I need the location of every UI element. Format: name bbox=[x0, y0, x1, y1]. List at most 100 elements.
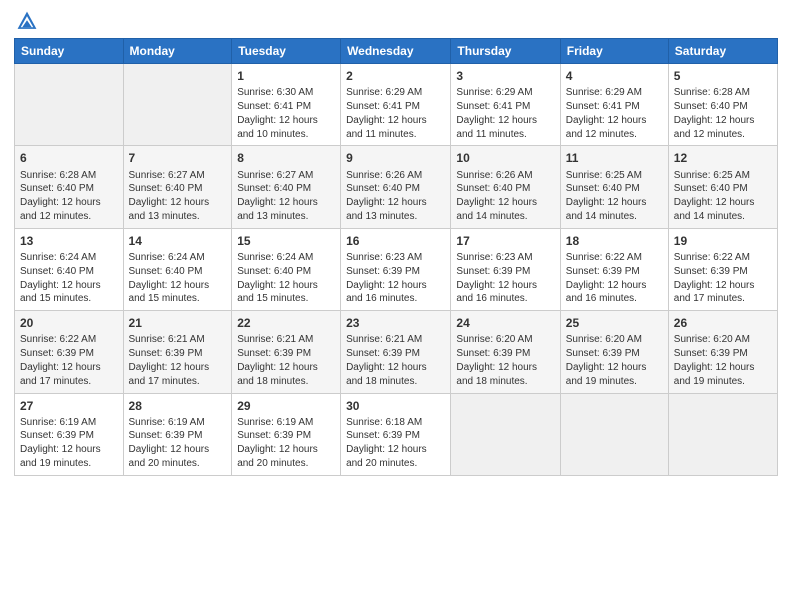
calendar-cell: 8 Sunrise: 6:27 AM Sunset: 6:40 PM Daylig… bbox=[232, 146, 341, 228]
weekday-header-tuesday: Tuesday bbox=[232, 39, 341, 64]
page: SundayMondayTuesdayWednesdayThursdayFrid… bbox=[0, 0, 792, 612]
calendar-cell: 26 Sunrise: 6:20 AM Sunset: 6:39 PM Dayli… bbox=[668, 311, 777, 393]
day-number: 23 bbox=[346, 315, 445, 331]
calendar-cell: 7Sunrise: 6:27 AM Sunset: 6:40 PM Daylig… bbox=[123, 146, 232, 228]
day-info: Sunrise: 6:22 AM Sunset: 6:39 PM Dayligh… bbox=[566, 251, 663, 306]
day-info: Sunrise: 6:24 AM Sunset: 6:40 PM Dayligh… bbox=[20, 251, 118, 306]
day-info: Sunrise: 6:26 AM Sunset: 6:40 PM Dayligh… bbox=[346, 169, 445, 224]
day-number: 13 bbox=[20, 233, 118, 249]
day-number: 21 bbox=[129, 315, 227, 331]
day-number: 27 bbox=[20, 398, 118, 414]
calendar-cell: 6 Sunrise: 6:28 AM Sunset: 6:40 PM Daylig… bbox=[15, 146, 124, 228]
day-info: Sunrise: 6:30 AM Sunset: 6:41 PM Dayligh… bbox=[237, 86, 335, 141]
day-info: Sunrise: 6:25 AM Sunset: 6:40 PM Dayligh… bbox=[566, 169, 663, 224]
calendar-cell: 1Sunrise: 6:30 AM Sunset: 6:41 PM Daylig… bbox=[232, 64, 341, 146]
day-info: Sunrise: 6:20 AM Sunset: 6:39 PM Dayligh… bbox=[566, 333, 663, 388]
day-number: 30 bbox=[346, 398, 445, 414]
calendar-cell: 2 Sunrise: 6:29 AM Sunset: 6:41 PM Daylig… bbox=[341, 64, 451, 146]
day-number: 5 bbox=[674, 68, 772, 84]
day-number: 8 bbox=[237, 150, 335, 166]
day-number: 28 bbox=[129, 398, 227, 414]
calendar-cell: 19 Sunrise: 6:22 AM Sunset: 6:39 PM Dayli… bbox=[668, 228, 777, 310]
calendar-cell: 24 Sunrise: 6:20 AM Sunset: 6:39 PM Dayli… bbox=[451, 311, 560, 393]
day-info: Sunrise: 6:29 AM Sunset: 6:41 PM Dayligh… bbox=[346, 86, 445, 141]
day-number: 24 bbox=[456, 315, 554, 331]
day-info: Sunrise: 6:22 AM Sunset: 6:39 PM Dayligh… bbox=[674, 251, 772, 306]
day-info: Sunrise: 6:22 AM Sunset: 6:39 PM Dayligh… bbox=[20, 333, 118, 388]
logo-icon bbox=[16, 10, 38, 32]
day-info: Sunrise: 6:19 AM Sunset: 6:39 PM Dayligh… bbox=[20, 416, 118, 471]
calendar-cell: 10 Sunrise: 6:26 AM Sunset: 6:40 PM Dayli… bbox=[451, 146, 560, 228]
day-number: 14 bbox=[129, 233, 227, 249]
day-number: 17 bbox=[456, 233, 554, 249]
weekday-header-saturday: Saturday bbox=[668, 39, 777, 64]
day-number: 26 bbox=[674, 315, 772, 331]
weekday-header-thursday: Thursday bbox=[451, 39, 560, 64]
day-number: 11 bbox=[566, 150, 663, 166]
calendar-row: 20 Sunrise: 6:22 AM Sunset: 6:39 PM Dayli… bbox=[15, 311, 778, 393]
day-number: 10 bbox=[456, 150, 554, 166]
calendar-row: 1Sunrise: 6:30 AM Sunset: 6:41 PM Daylig… bbox=[15, 64, 778, 146]
day-number: 19 bbox=[674, 233, 772, 249]
weekday-header-friday: Friday bbox=[560, 39, 668, 64]
day-info: Sunrise: 6:29 AM Sunset: 6:41 PM Dayligh… bbox=[566, 86, 663, 141]
day-info: Sunrise: 6:26 AM Sunset: 6:40 PM Dayligh… bbox=[456, 169, 554, 224]
calendar-table: SundayMondayTuesdayWednesdayThursdayFrid… bbox=[14, 38, 778, 476]
calendar-cell: 18Sunrise: 6:22 AM Sunset: 6:39 PM Dayli… bbox=[560, 228, 668, 310]
calendar-cell: 29Sunrise: 6:19 AM Sunset: 6:39 PM Dayli… bbox=[232, 393, 341, 475]
calendar-cell: 30 Sunrise: 6:18 AM Sunset: 6:39 PM Dayli… bbox=[341, 393, 451, 475]
day-info: Sunrise: 6:21 AM Sunset: 6:39 PM Dayligh… bbox=[129, 333, 227, 388]
day-info: Sunrise: 6:21 AM Sunset: 6:39 PM Dayligh… bbox=[237, 333, 335, 388]
logo bbox=[14, 10, 42, 32]
day-number: 12 bbox=[674, 150, 772, 166]
calendar-cell: 4 Sunrise: 6:29 AM Sunset: 6:41 PM Daylig… bbox=[560, 64, 668, 146]
calendar-cell bbox=[451, 393, 560, 475]
day-info: Sunrise: 6:18 AM Sunset: 6:39 PM Dayligh… bbox=[346, 416, 445, 471]
day-info: Sunrise: 6:28 AM Sunset: 6:40 PM Dayligh… bbox=[20, 169, 118, 224]
calendar-cell: 27 Sunrise: 6:19 AM Sunset: 6:39 PM Dayli… bbox=[15, 393, 124, 475]
header bbox=[14, 10, 778, 32]
calendar-cell bbox=[560, 393, 668, 475]
calendar-row: 13 Sunrise: 6:24 AM Sunset: 6:40 PM Dayli… bbox=[15, 228, 778, 310]
day-number: 4 bbox=[566, 68, 663, 84]
day-number: 20 bbox=[20, 315, 118, 331]
day-number: 15 bbox=[237, 233, 335, 249]
calendar-cell: 11 Sunrise: 6:25 AM Sunset: 6:40 PM Dayli… bbox=[560, 146, 668, 228]
weekday-header-wednesday: Wednesday bbox=[341, 39, 451, 64]
day-info: Sunrise: 6:20 AM Sunset: 6:39 PM Dayligh… bbox=[674, 333, 772, 388]
day-number: 29 bbox=[237, 398, 335, 414]
calendar-cell: 12 Sunrise: 6:25 AM Sunset: 6:40 PM Dayli… bbox=[668, 146, 777, 228]
calendar-cell: 22Sunrise: 6:21 AM Sunset: 6:39 PM Dayli… bbox=[232, 311, 341, 393]
calendar-cell: 13 Sunrise: 6:24 AM Sunset: 6:40 PM Dayli… bbox=[15, 228, 124, 310]
day-info: Sunrise: 6:24 AM Sunset: 6:40 PM Dayligh… bbox=[237, 251, 335, 306]
calendar-cell: 15 Sunrise: 6:24 AM Sunset: 6:40 PM Dayli… bbox=[232, 228, 341, 310]
calendar-cell bbox=[123, 64, 232, 146]
day-number: 2 bbox=[346, 68, 445, 84]
day-info: Sunrise: 6:21 AM Sunset: 6:39 PM Dayligh… bbox=[346, 333, 445, 388]
day-number: 3 bbox=[456, 68, 554, 84]
day-info: Sunrise: 6:23 AM Sunset: 6:39 PM Dayligh… bbox=[346, 251, 445, 306]
calendar-cell: 21 Sunrise: 6:21 AM Sunset: 6:39 PM Dayli… bbox=[123, 311, 232, 393]
calendar-cell: 17Sunrise: 6:23 AM Sunset: 6:39 PM Dayli… bbox=[451, 228, 560, 310]
day-info: Sunrise: 6:27 AM Sunset: 6:40 PM Dayligh… bbox=[237, 169, 335, 224]
weekday-header-sunday: Sunday bbox=[15, 39, 124, 64]
calendar-cell: 25Sunrise: 6:20 AM Sunset: 6:39 PM Dayli… bbox=[560, 311, 668, 393]
day-info: Sunrise: 6:20 AM Sunset: 6:39 PM Dayligh… bbox=[456, 333, 554, 388]
calendar-cell bbox=[668, 393, 777, 475]
calendar-cell: 23 Sunrise: 6:21 AM Sunset: 6:39 PM Dayli… bbox=[341, 311, 451, 393]
calendar-cell: 28Sunrise: 6:19 AM Sunset: 6:39 PM Dayli… bbox=[123, 393, 232, 475]
calendar-row: 6 Sunrise: 6:28 AM Sunset: 6:40 PM Daylig… bbox=[15, 146, 778, 228]
calendar-body: 1Sunrise: 6:30 AM Sunset: 6:41 PM Daylig… bbox=[15, 64, 778, 476]
calendar-cell: 9Sunrise: 6:26 AM Sunset: 6:40 PM Daylig… bbox=[341, 146, 451, 228]
day-info: Sunrise: 6:27 AM Sunset: 6:40 PM Dayligh… bbox=[129, 169, 227, 224]
calendar-cell bbox=[15, 64, 124, 146]
calendar-cell: 14Sunrise: 6:24 AM Sunset: 6:40 PM Dayli… bbox=[123, 228, 232, 310]
day-number: 6 bbox=[20, 150, 118, 166]
calendar-cell: 3 Sunrise: 6:29 AM Sunset: 6:41 PM Daylig… bbox=[451, 64, 560, 146]
calendar-cell: 16Sunrise: 6:23 AM Sunset: 6:39 PM Dayli… bbox=[341, 228, 451, 310]
weekday-header-monday: Monday bbox=[123, 39, 232, 64]
day-info: Sunrise: 6:28 AM Sunset: 6:40 PM Dayligh… bbox=[674, 86, 772, 141]
day-info: Sunrise: 6:25 AM Sunset: 6:40 PM Dayligh… bbox=[674, 169, 772, 224]
weekday-header-row: SundayMondayTuesdayWednesdayThursdayFrid… bbox=[15, 39, 778, 64]
day-info: Sunrise: 6:29 AM Sunset: 6:41 PM Dayligh… bbox=[456, 86, 554, 141]
